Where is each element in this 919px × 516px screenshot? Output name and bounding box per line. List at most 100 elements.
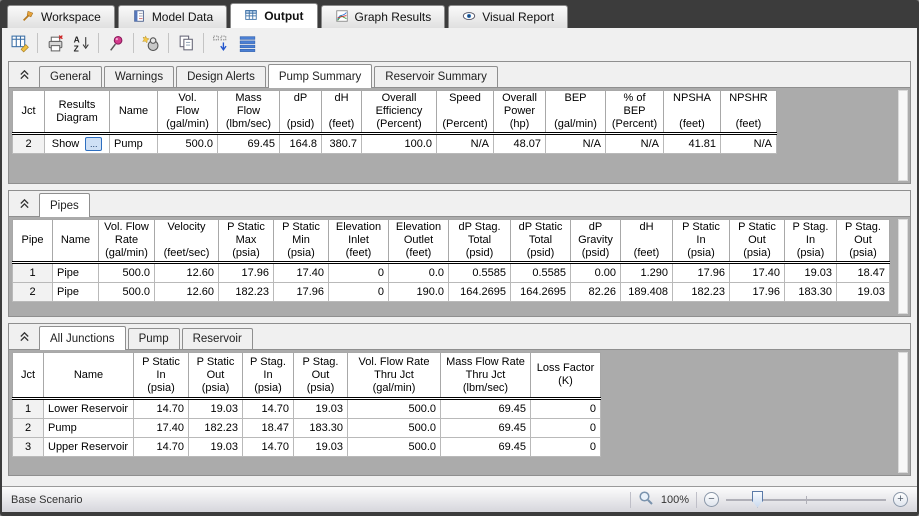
cell: N/A	[720, 133, 777, 154]
summary-tab-strip: General Warnings Design Alerts Pump Summ…	[9, 62, 910, 88]
cell: 2	[12, 418, 44, 438]
model-data-icon	[132, 9, 146, 26]
pin-icon[interactable]	[103, 31, 129, 55]
column-header: dP Static Total (psid)	[510, 219, 571, 264]
column-header: dP Gravity (psid)	[570, 219, 621, 264]
copy-icon[interactable]	[173, 31, 199, 55]
cell: 19.03	[188, 398, 243, 419]
tab-reservoir[interactable]: Reservoir	[181, 328, 253, 349]
output-toolbar: AZ	[2, 28, 917, 58]
sort-az-icon[interactable]: AZ	[68, 31, 94, 55]
zoom-slider-thumb[interactable]	[752, 490, 763, 508]
cell: 0	[530, 437, 601, 457]
cell: 17.96	[672, 262, 730, 283]
vertical-scrollbar[interactable]	[898, 90, 908, 181]
cell: 41.81	[663, 133, 721, 154]
cell: Upper Reservoir	[43, 437, 134, 457]
tab-pump[interactable]: Pump	[127, 328, 180, 349]
cell: Pipe	[52, 282, 99, 302]
sub-tab-label: Design Alerts	[187, 71, 255, 83]
cell: 1.290	[620, 262, 673, 283]
cell: 164.8	[279, 133, 322, 154]
cell: Show...	[44, 133, 110, 154]
cell: 3	[12, 437, 44, 457]
table-row: 2 Show... Pump 500.0 69.45 164.8 380.7 100.0 N/A…	[12, 133, 777, 154]
print-icon[interactable]	[42, 31, 68, 55]
tab-model-data[interactable]: Model Data	[117, 5, 228, 28]
tab-general[interactable]: General	[39, 66, 102, 87]
cell: 0.0	[388, 262, 449, 283]
output-display-options-icon[interactable]	[7, 31, 33, 55]
statusbar-separator	[629, 491, 631, 508]
cell: 1	[12, 262, 53, 283]
table-row: 1 Pipe 500.0 12.60 17.96 17.40 0 0.0 0.5585 0.558…	[12, 262, 890, 283]
zoom-slider-tick	[806, 495, 807, 504]
column-header: P Static Min (psia)	[273, 219, 329, 264]
tab-warnings[interactable]: Warnings	[103, 66, 175, 87]
tab-output[interactable]: Output	[230, 3, 318, 28]
tab-label: Workspace	[41, 10, 101, 24]
cell: 69.45	[440, 437, 531, 457]
column-header: Name	[52, 219, 99, 264]
cell: 1	[12, 398, 44, 419]
column-header: P Static Max (psia)	[218, 219, 274, 264]
tab-pipes[interactable]: Pipes	[39, 193, 90, 217]
zoom-out-button[interactable]: −	[704, 492, 719, 507]
visual-report-icon	[462, 9, 476, 26]
tab-design-alerts[interactable]: Design Alerts	[176, 66, 266, 87]
transfer-results-icon[interactable]	[208, 31, 234, 55]
pump-summary-table: Jct Results Diagram Name Vol. Flow (gal/min…	[12, 90, 777, 154]
cell: 380.7	[321, 133, 362, 154]
tab-label: Output	[264, 9, 304, 23]
tab-reservoir-summary[interactable]: Reservoir Summary	[374, 66, 498, 87]
vertical-scrollbar[interactable]	[898, 219, 908, 314]
cell: 19.03	[293, 437, 348, 457]
cell: Pipe	[52, 262, 99, 283]
zoom-slider[interactable]	[726, 490, 886, 509]
sub-tab-label: All Junctions	[50, 332, 115, 345]
pipes-table-area: Pipe Name Vol. Flow Rate (gal/min) Velocity…	[9, 216, 910, 316]
column-header: Elevation Outlet (feet)	[388, 219, 449, 264]
chevron-up-icon	[19, 329, 30, 347]
tab-all-junctions[interactable]: All Junctions	[39, 326, 126, 350]
tab-pump-summary[interactable]: Pump Summary	[267, 64, 373, 88]
column-header: Vol. Flow Rate Thru Jct (gal/min)	[347, 352, 441, 400]
cell: 19.03	[188, 437, 243, 457]
cell: Pump	[109, 133, 158, 154]
chevron-up-icon	[19, 196, 30, 214]
cell: 17.96	[273, 282, 329, 302]
column-header: P Stag. Out (psia)	[293, 352, 348, 400]
cell: 182.23	[672, 282, 730, 302]
column-header: Jct	[12, 352, 44, 400]
output-window: Workspace Model Data Output Graph Result…	[0, 0, 919, 516]
statusbar-separator	[696, 491, 697, 508]
tab-workspace[interactable]: Workspace	[7, 5, 115, 28]
sub-tab-label: Reservoir	[192, 333, 242, 345]
junctions-panel: All Junctions Pump Reservoir Jct Name P St…	[8, 323, 911, 476]
column-header: Loss Factor (K)	[530, 352, 601, 400]
zoom-in-button[interactable]: +	[893, 492, 908, 507]
collapse-junctions-button[interactable]	[14, 329, 34, 347]
junctions-table-area: Jct Name P Static In (psia) P Static Out (p…	[9, 349, 910, 475]
collapse-pipes-button[interactable]	[14, 196, 34, 214]
column-header: Elevation Inlet (feet)	[328, 219, 389, 264]
vertical-scrollbar[interactable]	[898, 352, 908, 473]
junctions-tab-strip: All Junctions Pump Reservoir	[9, 324, 910, 350]
sub-tab-label: Pump	[138, 333, 169, 345]
cell: 164.2695	[510, 282, 571, 302]
tab-visual-report[interactable]: Visual Report	[448, 5, 569, 28]
table-row: 1 Lower Reservoir 14.70 19.03 14.70 19.03 500.…	[12, 398, 601, 419]
tab-graph-results[interactable]: Graph Results	[320, 5, 446, 28]
sub-tab-label: Reservoir Summary	[385, 71, 487, 83]
column-header: P Static Out (psia)	[188, 352, 243, 400]
results-diagram-button[interactable]: ...	[85, 137, 103, 152]
zoom-level-label: 100%	[660, 493, 689, 506]
collapse-summary-button[interactable]	[14, 67, 34, 85]
show-rows-icon[interactable]	[234, 31, 260, 55]
column-header: % of BEP (Percent)	[605, 90, 664, 135]
cell: 0	[530, 418, 601, 438]
cell: 17.40	[133, 418, 189, 438]
tab-label: Model Data	[151, 10, 214, 24]
format-wizard-icon[interactable]	[138, 31, 164, 55]
toolbar-separator	[37, 33, 38, 53]
